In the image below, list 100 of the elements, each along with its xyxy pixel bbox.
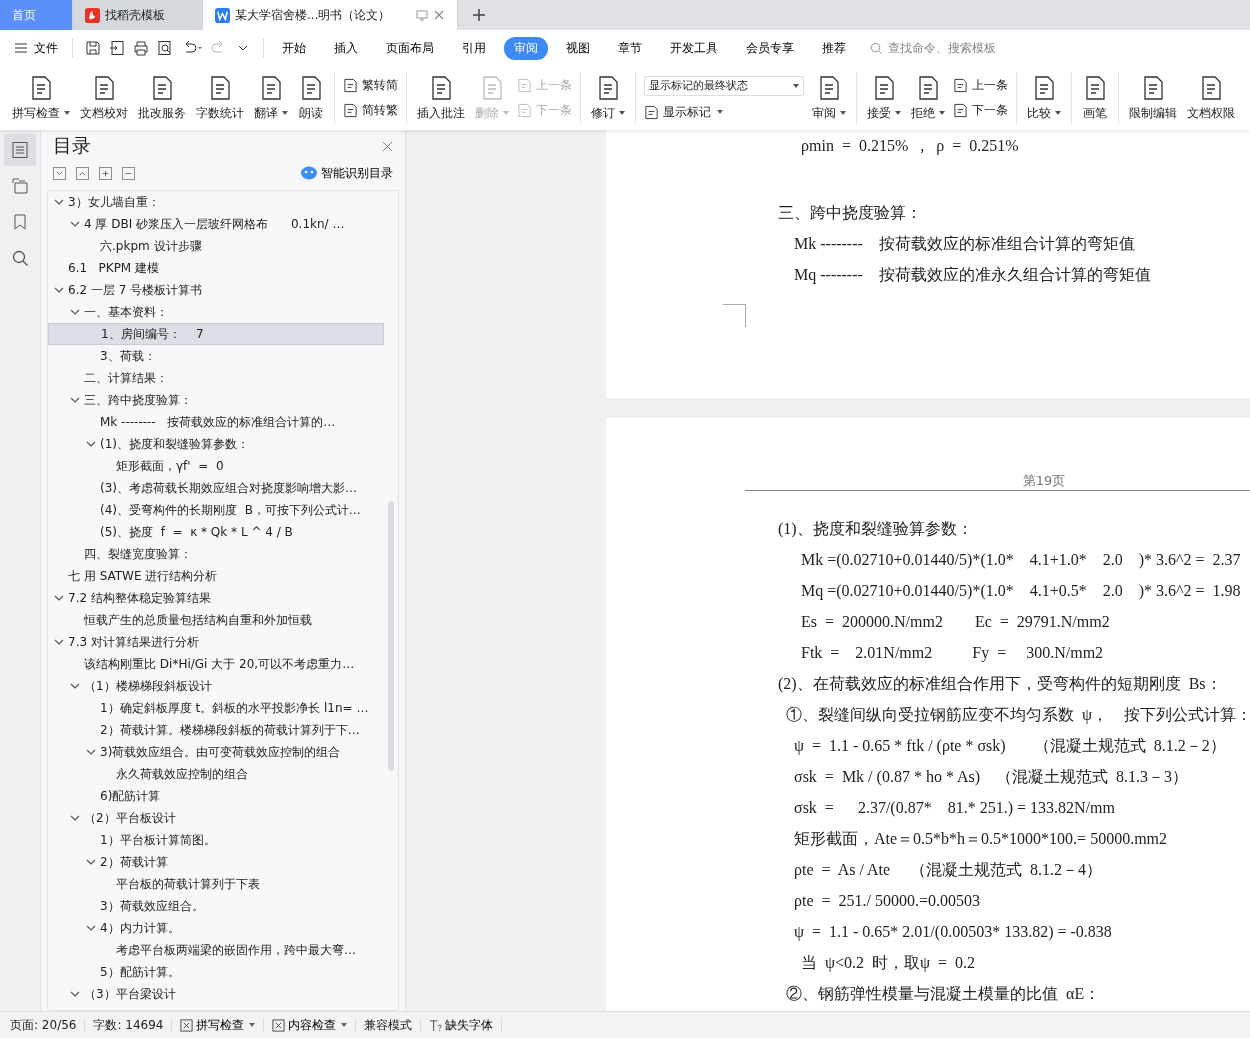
chevron-down-icon[interactable] (54, 285, 64, 295)
ribbon-button[interactable]: 繁转简 (343, 77, 398, 94)
save-icon[interactable] (85, 40, 101, 56)
collapse-icon[interactable] (76, 166, 89, 180)
ribbon-button[interactable]: 修订 (587, 66, 629, 130)
chevron-down-icon[interactable] (70, 307, 80, 317)
outline-item[interactable]: 3）荷载效应组合。 (48, 895, 384, 917)
outline-item[interactable]: 7.3 对计算结果进行分析 (48, 631, 384, 653)
chevron-down-icon[interactable] (86, 923, 96, 933)
ribbon-tab[interactable]: 开始 (272, 36, 316, 60)
ribbon-tab[interactable]: 推荐 (812, 36, 856, 60)
plus-icon[interactable] (472, 8, 486, 22)
chevron-down-icon[interactable] (70, 813, 80, 823)
outline-item[interactable]: Mk -------- 按荷载效应的标准组合计算的… (48, 411, 384, 433)
chevron-down-icon[interactable] (86, 439, 96, 449)
ribbon-button[interactable]: 字数统计 (192, 66, 248, 130)
outline-item[interactable]: 7.2 结构整体稳定验算结果 (48, 587, 384, 609)
print-preview-icon[interactable] (157, 40, 173, 56)
scrollbar-thumb[interactable] (388, 501, 394, 771)
outline-item[interactable]: 6.2 一层 7 号楼板计算书 (48, 279, 384, 301)
ribbon-button[interactable]: 上一条 (953, 77, 1008, 94)
ribbon-button[interactable]: 审阅 (808, 66, 850, 130)
export-icon[interactable] (109, 40, 125, 56)
ribbon-tab[interactable]: 引用 (452, 36, 496, 60)
outline-item[interactable]: 3）女儿墙自重： (48, 191, 384, 213)
outline-item[interactable]: 考虑平台板两端梁的嵌固作用，跨中最大弯… (48, 939, 384, 961)
ribbon-button[interactable]: 下一条 (953, 102, 1008, 119)
ribbon-tab[interactable]: 章节 (608, 36, 652, 60)
file-menu-button[interactable]: 文件 (10, 39, 64, 57)
ribbon-button[interactable]: 插入批注 (413, 66, 469, 130)
outline-item[interactable]: (5)、挠度 f = κ * Qk * L ^ 4 / B (48, 521, 384, 543)
ribbon-tab[interactable]: 页面布局 (376, 36, 444, 60)
outline-item[interactable]: 三、跨中挠度验算： (48, 389, 384, 411)
outline-item[interactable]: 平台板的荷载计算列于下表 (48, 873, 384, 895)
ribbon-button[interactable]: 简转繁 (343, 102, 398, 119)
ribbon-button[interactable]: 朗读 (294, 66, 328, 130)
ribbon-button[interactable]: 限制编辑 (1125, 66, 1181, 130)
side-rail-button[interactable] (4, 134, 36, 166)
chevron-down-icon[interactable] (54, 593, 64, 603)
chevron-down-icon[interactable] (86, 747, 96, 757)
outline-item[interactable]: 该结构刚重比 Di*Hi/Gi 大于 20,可以不考虑重力… (48, 653, 384, 675)
document-tab[interactable]: 找稻壳模板 (73, 0, 203, 30)
ribbon-tab[interactable]: 开发工具 (660, 36, 728, 60)
print-icon[interactable] (133, 40, 149, 56)
outline-item[interactable]: 4 厚 DBI 砂浆压入一层玻纤网格布 0.1kn/ … (48, 213, 384, 235)
smart-outline-button[interactable]: 智能识别目录 (301, 164, 393, 182)
outline-item[interactable]: 6.1 PKPM 建模 (48, 257, 384, 279)
markup-dropdown[interactable]: 显示标记的最终状态 (644, 75, 804, 96)
outline-item[interactable]: 矩形截面，γf' = 0 (48, 455, 384, 477)
ribbon-button[interactable]: 翻译 (250, 66, 292, 130)
outline-item[interactable]: （3）平台梁设计 (48, 983, 384, 1005)
outline-item[interactable]: 永久荷载效应控制的组合 (48, 763, 384, 785)
ribbon-button[interactable]: 拒绝 (907, 66, 949, 130)
close-icon[interactable] (382, 140, 393, 152)
chevron-down-icon[interactable] (86, 857, 96, 867)
outline-item[interactable]: (4)、受弯构件的长期刚度 B，可按下列公式计… (48, 499, 384, 521)
chevron-down-icon[interactable] (70, 219, 80, 229)
plus-icon[interactable] (99, 166, 112, 180)
outline-item[interactable]: 3、荷载： (48, 345, 384, 367)
chevron-down-icon[interactable] (70, 989, 80, 999)
outline-item[interactable]: 一、基本资料： (48, 301, 384, 323)
outline-item[interactable]: （2）平台板设计 (48, 807, 384, 829)
ribbon-button[interactable]: 拼写检查 (8, 66, 74, 130)
outline-item[interactable]: 6)配筋计算 (48, 785, 384, 807)
ribbon-tab[interactable]: 视图 (556, 36, 600, 60)
outline-item[interactable]: (1)、挠度和裂缝验算参数： (48, 433, 384, 455)
outline-item[interactable]: 六.pkpm 设计步骤 (48, 235, 384, 257)
close-icon[interactable] (433, 9, 445, 21)
outline-item[interactable]: 1）平台板计算简图。 (48, 829, 384, 851)
chevron-down-icon[interactable] (70, 681, 80, 691)
chevron-down-icon[interactable] (70, 395, 80, 405)
ribbon-button[interactable]: 文档校对 (76, 66, 132, 130)
ribbon-button[interactable]: 比较 (1023, 66, 1065, 130)
outline-item[interactable]: （1）楼梯梯段斜板设计 (48, 675, 384, 697)
ribbon-tab[interactable]: 会员专享 (736, 36, 804, 60)
search-field[interactable]: 查找命令、搜索模板 (870, 40, 1030, 56)
outline-item[interactable]: 1、房间编号： 7 (48, 323, 384, 345)
ribbon-button[interactable]: 文档权限 (1183, 66, 1239, 130)
ribbon-button[interactable]: 画笔 (1078, 66, 1112, 130)
expand-icon[interactable] (53, 166, 66, 180)
status-button[interactable]: 缺失字体 (429, 1016, 494, 1034)
ribbon-button[interactable]: 接受 (863, 66, 905, 130)
outline-item[interactable]: 2）荷载计算。楼梯梯段斜板的荷载计算列于下… (48, 719, 384, 741)
minus-icon[interactable] (122, 166, 135, 180)
outline-item[interactable]: 四、裂缝宽度验算： (48, 543, 384, 565)
chevron-down-icon[interactable] (54, 197, 64, 207)
outline-item[interactable]: 二、计算结果： (48, 367, 384, 389)
outline-item[interactable]: (3)、考虑荷载长期效应组合对挠度影响增大影… (48, 477, 384, 499)
ribbon-tab[interactable]: 插入 (324, 36, 368, 60)
status-button[interactable]: 内容检查 (272, 1016, 348, 1034)
outline-item[interactable]: 5）配筋计算。 (48, 961, 384, 983)
ribbon-button[interactable]: 批改服务 (134, 66, 190, 130)
document-tab[interactable]: 某大学宿舍楼...明书（论文） (203, 0, 458, 30)
outline-item[interactable]: 恒载产生的总质量包括结构自重和外加恒载 (48, 609, 384, 631)
status-button[interactable]: 拼写检查 (180, 1016, 256, 1034)
chevron-down-icon[interactable] (54, 637, 64, 647)
outline-item[interactable]: 4）内力计算。 (48, 917, 384, 939)
ribbon-button[interactable]: 显示标记 (644, 103, 804, 121)
outline-item[interactable]: 1）确定斜板厚度 t。斜板的水平投影净长 l1n= … (48, 697, 384, 719)
outline-item[interactable]: 2）荷载计算 (48, 851, 384, 873)
